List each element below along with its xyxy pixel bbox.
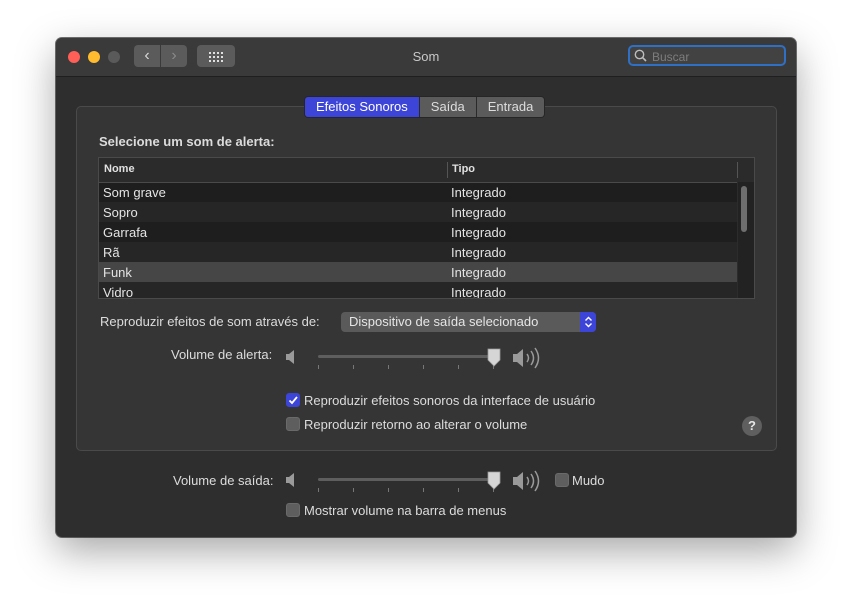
table-row[interactable]: Rã Integrado	[99, 242, 737, 262]
table-row-selected[interactable]: Funk Integrado	[99, 262, 737, 282]
slider-tick	[458, 365, 459, 369]
sound-type: Integrado	[451, 205, 506, 220]
play-through-label: Reproduzir efeitos de som através de:	[100, 314, 320, 329]
column-header-type[interactable]: Tipo	[452, 163, 475, 175]
slider-knob[interactable]	[486, 471, 502, 491]
sound-preferences-window: ‹ › Som Efeitos Sonoros Saída	[56, 38, 796, 537]
alert-sound-table[interactable]: Nome Tipo Som grave Integrado Sopro Inte…	[98, 157, 755, 299]
alert-volume-slider[interactable]	[318, 348, 504, 378]
popup-arrows-icon	[580, 312, 596, 332]
ui-sounds-label[interactable]: Reproduzir efeitos sonoros da interface …	[304, 393, 595, 408]
slider-track	[318, 478, 498, 481]
speaker-high-icon	[513, 470, 540, 492]
alert-sound-heading: Selecione um som de alerta:	[99, 134, 275, 149]
table-row[interactable]: Vidro Integrado	[99, 282, 737, 299]
output-volume-slider[interactable]	[318, 471, 504, 501]
tab-saida[interactable]: Saída	[419, 97, 477, 117]
tab-entrada[interactable]: Entrada	[476, 97, 545, 117]
menu-bar-volume-checkbox[interactable]	[286, 503, 300, 517]
ui-sounds-checkbox[interactable]	[286, 393, 300, 407]
slider-tick	[318, 365, 319, 369]
menu-bar-volume-label[interactable]: Mostrar volume na barra de menus	[304, 503, 506, 518]
feedback-checkbox[interactable]	[286, 417, 300, 431]
slider-tick	[388, 365, 389, 369]
column-divider	[447, 162, 448, 178]
sound-type: Integrado	[451, 285, 506, 299]
table-row[interactable]: Sopro Integrado	[99, 202, 737, 222]
checkmark-icon	[288, 396, 298, 405]
slider-track	[318, 355, 498, 358]
table-header: Nome Tipo	[99, 158, 754, 183]
sound-name: Sopro	[103, 205, 138, 220]
column-divider	[737, 162, 738, 178]
column-header-name[interactable]: Nome	[104, 163, 135, 175]
slider-tick	[423, 365, 424, 369]
speaker-low-icon	[286, 350, 294, 364]
sound-name: Vidro	[103, 285, 134, 299]
sound-name: Garrafa	[103, 225, 148, 240]
slider-tick	[353, 488, 354, 492]
search-field[interactable]	[628, 45, 786, 66]
sound-name: Rã	[103, 245, 120, 260]
speaker-high-icon	[513, 347, 540, 369]
feedback-label[interactable]: Reproduzir retorno ao alterar o volume	[304, 417, 527, 432]
output-volume-label: Volume de saída:	[173, 473, 274, 488]
slider-tick	[388, 488, 389, 492]
sound-type: Integrado	[451, 265, 506, 280]
sound-type: Integrado	[451, 185, 506, 200]
table-row[interactable]: Garrafa Integrado	[99, 222, 737, 242]
tab-bar: Efeitos Sonoros Saída Entrada	[304, 96, 546, 118]
table-row[interactable]: Som grave Integrado	[99, 182, 737, 202]
slider-tick	[318, 488, 319, 492]
mute-label[interactable]: Mudo	[572, 473, 605, 488]
sound-type: Integrado	[451, 245, 506, 260]
play-through-popup[interactable]: Dispositivo de saída selecionado	[341, 312, 596, 332]
scrollbar-thumb[interactable]	[741, 186, 747, 232]
search-input[interactable]	[650, 47, 784, 66]
slider-knob[interactable]	[486, 348, 502, 368]
slider-tick	[458, 488, 459, 492]
mute-checkbox[interactable]	[555, 473, 569, 487]
slider-tick	[353, 365, 354, 369]
tab-efeitos-sonoros[interactable]: Efeitos Sonoros	[305, 97, 420, 117]
title-bar: ‹ › Som	[56, 38, 796, 77]
search-icon	[634, 49, 647, 62]
speaker-low-icon	[286, 473, 294, 487]
sound-name: Som grave	[103, 185, 166, 200]
sound-name: Funk	[103, 265, 132, 280]
sound-type: Integrado	[451, 225, 506, 240]
help-button[interactable]: ?	[742, 416, 762, 436]
alert-volume-label: Volume de alerta:	[171, 347, 273, 362]
slider-tick	[423, 488, 424, 492]
play-through-value: Dispositivo de saída selecionado	[349, 314, 539, 329]
